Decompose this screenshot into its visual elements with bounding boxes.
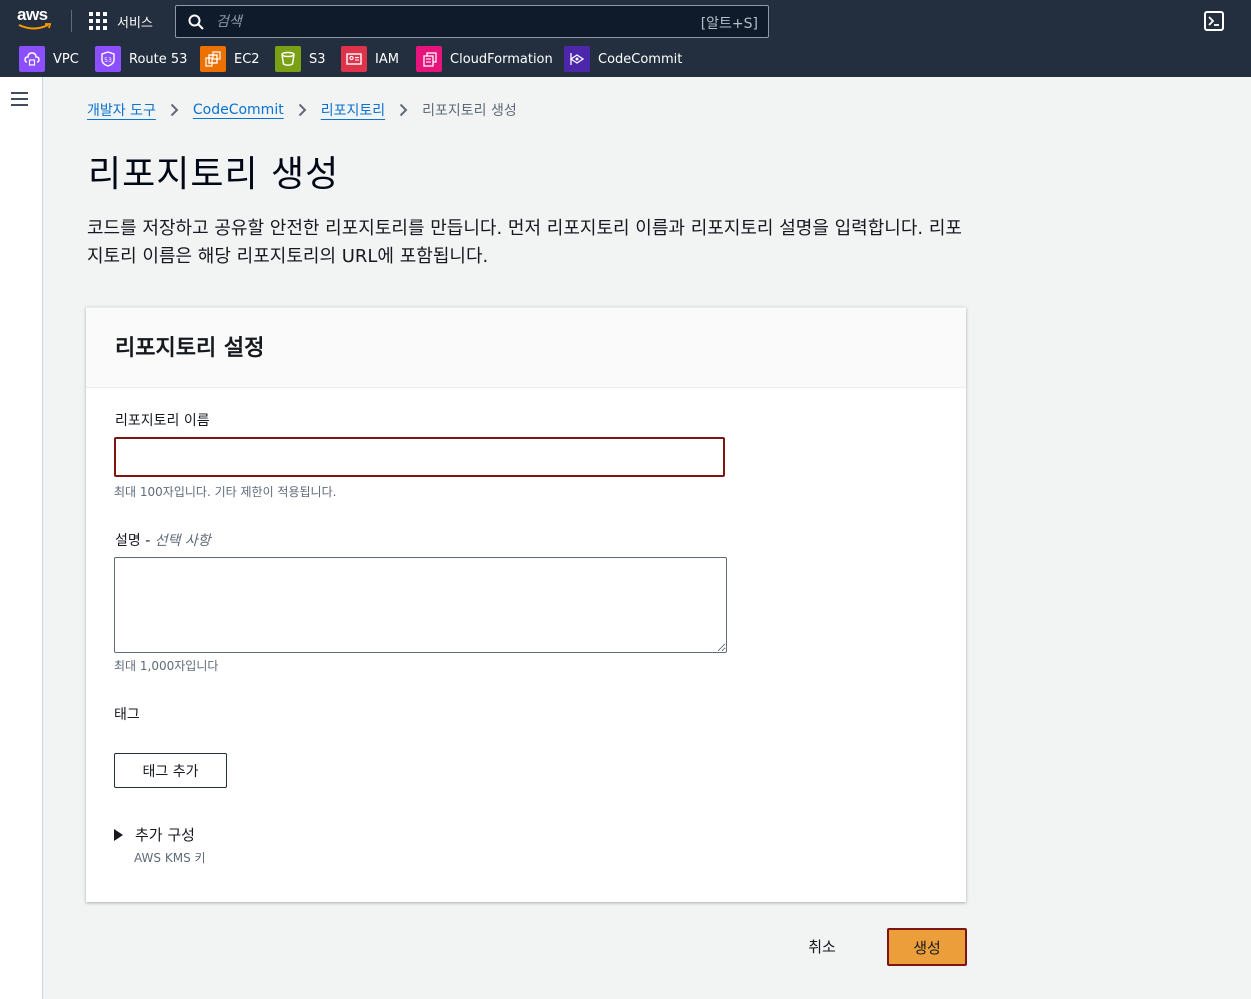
additional-configuration-description: AWS KMS 키: [134, 851, 206, 865]
favorite-label: IAM: [375, 51, 399, 67]
favorite-label: Route 53: [129, 51, 188, 67]
favorite-route53[interactable]: 53 Route 53: [95, 44, 187, 74]
codecommit-icon: [564, 46, 590, 72]
favorite-codecommit[interactable]: CodeCommit: [564, 44, 682, 74]
favorite-ec2[interactable]: EC2: [200, 44, 260, 74]
description-label-text: 설명 -: [115, 533, 155, 549]
page-title: 리포지토리 생성: [88, 154, 340, 195]
description-constraint: 최대 1,000자입니다: [114, 659, 219, 673]
favorite-label: VPC: [53, 51, 79, 67]
terminal-prompt-icon: [1208, 16, 1219, 26]
top-bar: aws 서비스 [알트+S]: [0, 0, 1251, 42]
repository-settings-panel: 리포지토리 설정 리포지토리 이름 최대 100자입니다. 기타 제한이 적용됩…: [86, 307, 966, 902]
aws-smile-icon: [18, 23, 52, 30]
additional-configuration-toggle[interactable]: 추가 구성: [114, 824, 195, 845]
vpc-icon: [19, 46, 45, 72]
aws-logo-text: aws: [17, 5, 48, 24]
svg-text:53: 53: [104, 57, 112, 64]
chevron-right-icon: [170, 103, 179, 117]
chevron-right-icon: [298, 103, 307, 117]
breadcrumb-developer-tools[interactable]: 개발자 도구: [87, 100, 156, 120]
page-description: 코드를 저장하고 공유할 안전한 리포지토리를 만듭니다. 먼저 리포지토리 이…: [87, 218, 962, 267]
favorite-label: CloudFormation: [450, 51, 553, 67]
favorite-cloudformation[interactable]: CloudFormation: [416, 44, 553, 74]
route53-icon: 53: [95, 46, 121, 72]
search-icon: [188, 14, 204, 30]
side-navigation-rail: [0, 77, 43, 999]
nav-divider: [71, 10, 72, 32]
search-shortcut: [알트+S]: [700, 16, 758, 32]
chevron-right-icon: [399, 103, 408, 117]
favorite-label: CodeCommit: [598, 51, 683, 67]
description-textarea[interactable]: [114, 557, 727, 653]
panel-header: 리포지토리 설정: [86, 308, 966, 388]
favorites-bar: VPC 53 Route 53 EC2 S3 IAM CloudFormatio…: [0, 44, 1251, 74]
favorite-s3[interactable]: S3: [275, 44, 326, 74]
cloudshell-icon[interactable]: [1204, 11, 1224, 31]
add-tag-button[interactable]: 태그 추가: [114, 753, 227, 788]
repository-name-input[interactable]: [114, 437, 725, 477]
menu-icon[interactable]: [11, 92, 29, 106]
search-input[interactable]: [216, 10, 666, 34]
breadcrumb-current: 리포지토리 생성: [422, 103, 517, 119]
search-box[interactable]: [알트+S]: [175, 5, 769, 38]
ec2-icon: [200, 46, 226, 72]
panel-title: 리포지토리 설정: [115, 336, 265, 361]
cancel-button[interactable]: 취소: [790, 932, 854, 960]
cloudformation-icon: [416, 46, 442, 72]
favorite-iam[interactable]: IAM: [341, 44, 399, 74]
services-label: 서비스: [117, 15, 153, 31]
services-menu-button[interactable]: 서비스: [89, 10, 153, 32]
breadcrumb: 개발자 도구 CodeCommit 리포지토리 리포지토리 생성: [87, 100, 517, 120]
breadcrumb-codecommit[interactable]: CodeCommit: [193, 102, 284, 118]
s3-icon: [275, 46, 301, 72]
top-navigation: aws 서비스 [알트+S]: [0, 0, 1251, 77]
create-button[interactable]: 생성: [887, 928, 967, 966]
grid-icon: [89, 12, 107, 30]
repository-name-constraint: 최대 100자입니다. 기타 제한이 적용됩니다.: [114, 485, 337, 499]
iam-icon: [341, 46, 367, 72]
favorite-label: EC2: [234, 51, 260, 67]
additional-configuration-label: 추가 구성: [135, 826, 195, 844]
repository-name-label: 리포지토리 이름: [115, 413, 210, 429]
breadcrumb-repositories[interactable]: 리포지토리: [321, 100, 385, 120]
tags-label: 태그: [114, 707, 140, 723]
description-label: 설명 - 선택 사항: [115, 530, 211, 550]
aws-logo[interactable]: aws: [17, 6, 55, 34]
favorite-label: S3: [309, 51, 326, 67]
optional-text: 선택 사항: [154, 533, 211, 549]
caret-right-icon: [114, 828, 123, 841]
favorite-vpc[interactable]: VPC: [19, 44, 79, 74]
